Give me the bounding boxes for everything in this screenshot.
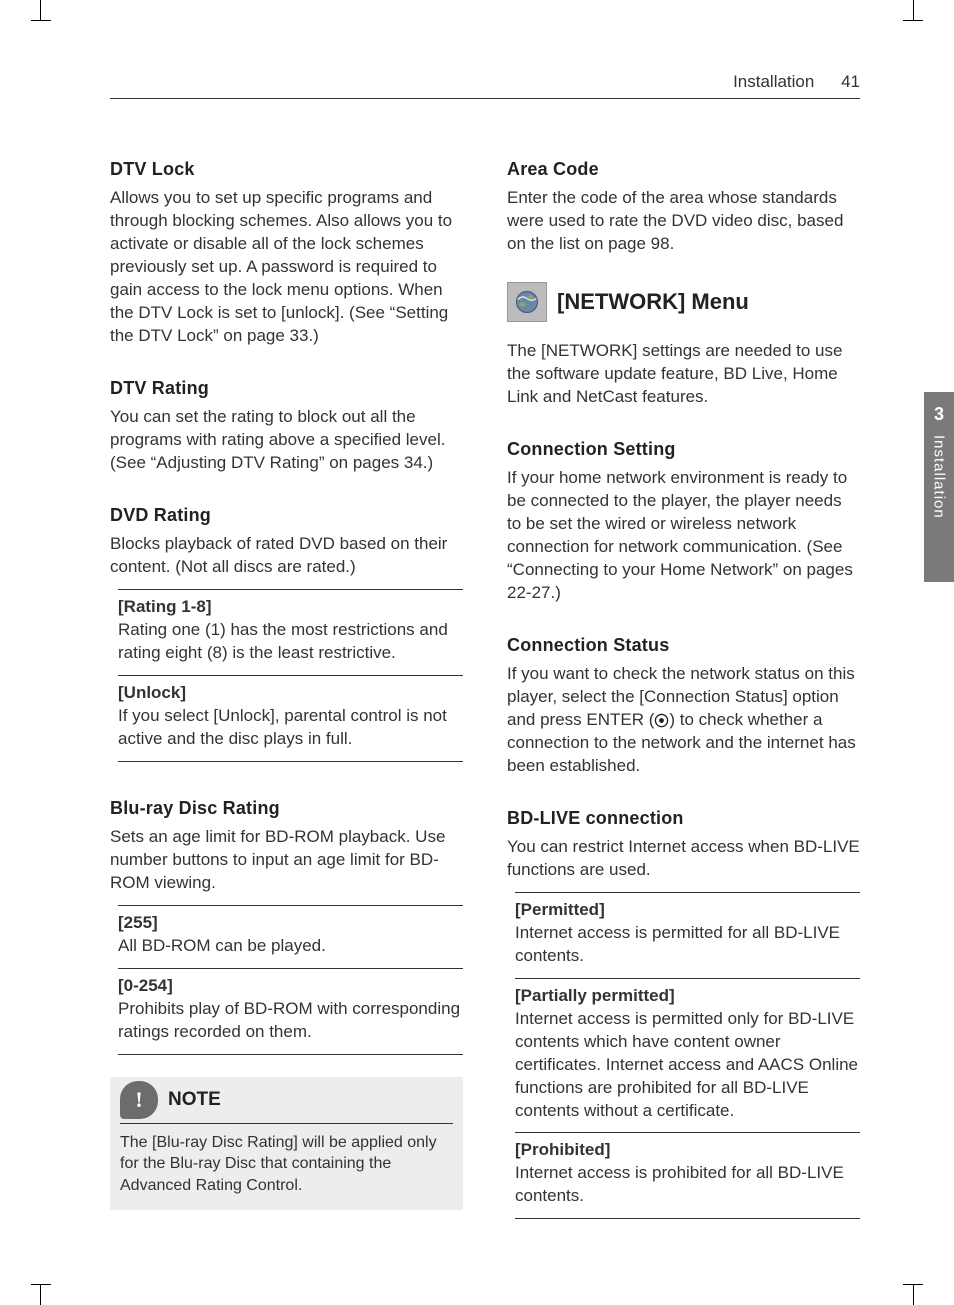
definition-item: [Rating 1-8] Rating one (1) has the most… — [118, 589, 463, 675]
page-content: Installation 41 DTV Lock Allows you to s… — [110, 72, 860, 1252]
definition-desc: All BD-ROM can be played. — [118, 935, 463, 958]
note-body: The [Blu-ray Disc Rating] will be applie… — [120, 1124, 453, 1197]
heading-dtv-lock: DTV Lock — [110, 157, 463, 181]
heading-network-menu: [NETWORK] Menu — [557, 287, 749, 317]
definition-item: [0-254] Prohibits play of BD-ROM with co… — [118, 968, 463, 1055]
bdlive-definitions: [Permitted] Internet access is permitted… — [507, 892, 860, 1219]
right-column: Area Code Enter the code of the area who… — [507, 157, 860, 1219]
definition-term: [Unlock] — [118, 682, 463, 705]
body-dtv-lock: Allows you to set up specific programs a… — [110, 187, 463, 348]
definition-item: [Permitted] Internet access is permitted… — [515, 892, 860, 978]
page-number: 41 — [841, 72, 860, 91]
header-section: Installation — [733, 72, 814, 91]
heading-dtv-rating: DTV Rating — [110, 376, 463, 400]
note-label: NOTE — [168, 1087, 221, 1113]
body-connection-status: If you want to check the network status … — [507, 663, 860, 778]
body-bdlive: You can restrict Internet access when BD… — [507, 836, 860, 882]
body-network-menu: The [NETWORK] settings are needed to use… — [507, 340, 860, 409]
definition-term: [255] — [118, 912, 463, 935]
note-icon: ! — [120, 1081, 158, 1119]
definition-term: [Rating 1-8] — [118, 596, 463, 619]
body-dvd-rating: Blocks playback of rated DVD based on th… — [110, 533, 463, 579]
heading-bd-rating: Blu-ray Disc Rating — [110, 796, 463, 820]
definition-term: [0-254] — [118, 975, 463, 998]
definition-desc: If you select [Unlock], parental control… — [118, 705, 463, 751]
body-dtv-rating: You can set the rating to block out all … — [110, 406, 463, 475]
heading-bdlive: BD-LIVE connection — [507, 806, 860, 830]
globe-icon — [507, 282, 547, 322]
heading-connection-status: Connection Status — [507, 633, 860, 657]
definition-term: [Partially permitted] — [515, 985, 860, 1008]
definition-desc: Internet access is prohibited for all BD… — [515, 1162, 860, 1208]
body-connection-setting: If your home network environment is read… — [507, 467, 860, 605]
heading-dvd-rating: DVD Rating — [110, 503, 463, 527]
body-bd-rating: Sets an age limit for BD-ROM playback. U… — [110, 826, 463, 895]
definition-term: [Permitted] — [515, 899, 860, 922]
network-menu-header: [NETWORK] Menu — [507, 282, 860, 322]
page-header: Installation 41 — [110, 72, 860, 99]
definition-term: [Prohibited] — [515, 1139, 860, 1162]
body-area-code: Enter the code of the area whose standar… — [507, 187, 860, 256]
definition-item: [Prohibited] Internet access is prohibit… — [515, 1132, 860, 1219]
definition-item: [255] All BD-ROM can be played. — [118, 905, 463, 968]
dvd-rating-definitions: [Rating 1-8] Rating one (1) has the most… — [110, 589, 463, 762]
definition-desc: Prohibits play of BD-ROM with correspond… — [118, 998, 463, 1044]
left-column: DTV Lock Allows you to set up specific p… — [110, 157, 463, 1219]
note-box: ! NOTE The [Blu-ray Disc Rating] will be… — [110, 1077, 463, 1211]
heading-area-code: Area Code — [507, 157, 860, 181]
heading-connection-setting: Connection Setting — [507, 437, 860, 461]
definition-item: [Partially permitted] Internet access is… — [515, 978, 860, 1133]
side-tab: 3 Installation — [924, 392, 954, 582]
bd-rating-definitions: [255] All BD-ROM can be played. [0-254] … — [110, 905, 463, 1055]
chapter-label: Installation — [931, 435, 948, 519]
definition-desc: Rating one (1) has the most restrictions… — [118, 619, 463, 665]
enter-icon — [654, 713, 669, 728]
definition-desc: Internet access is permitted only for BD… — [515, 1008, 860, 1123]
definition-desc: Internet access is permitted for all BD-… — [515, 922, 860, 968]
definition-item: [Unlock] If you select [Unlock], parenta… — [118, 675, 463, 762]
chapter-number: 3 — [934, 404, 944, 425]
